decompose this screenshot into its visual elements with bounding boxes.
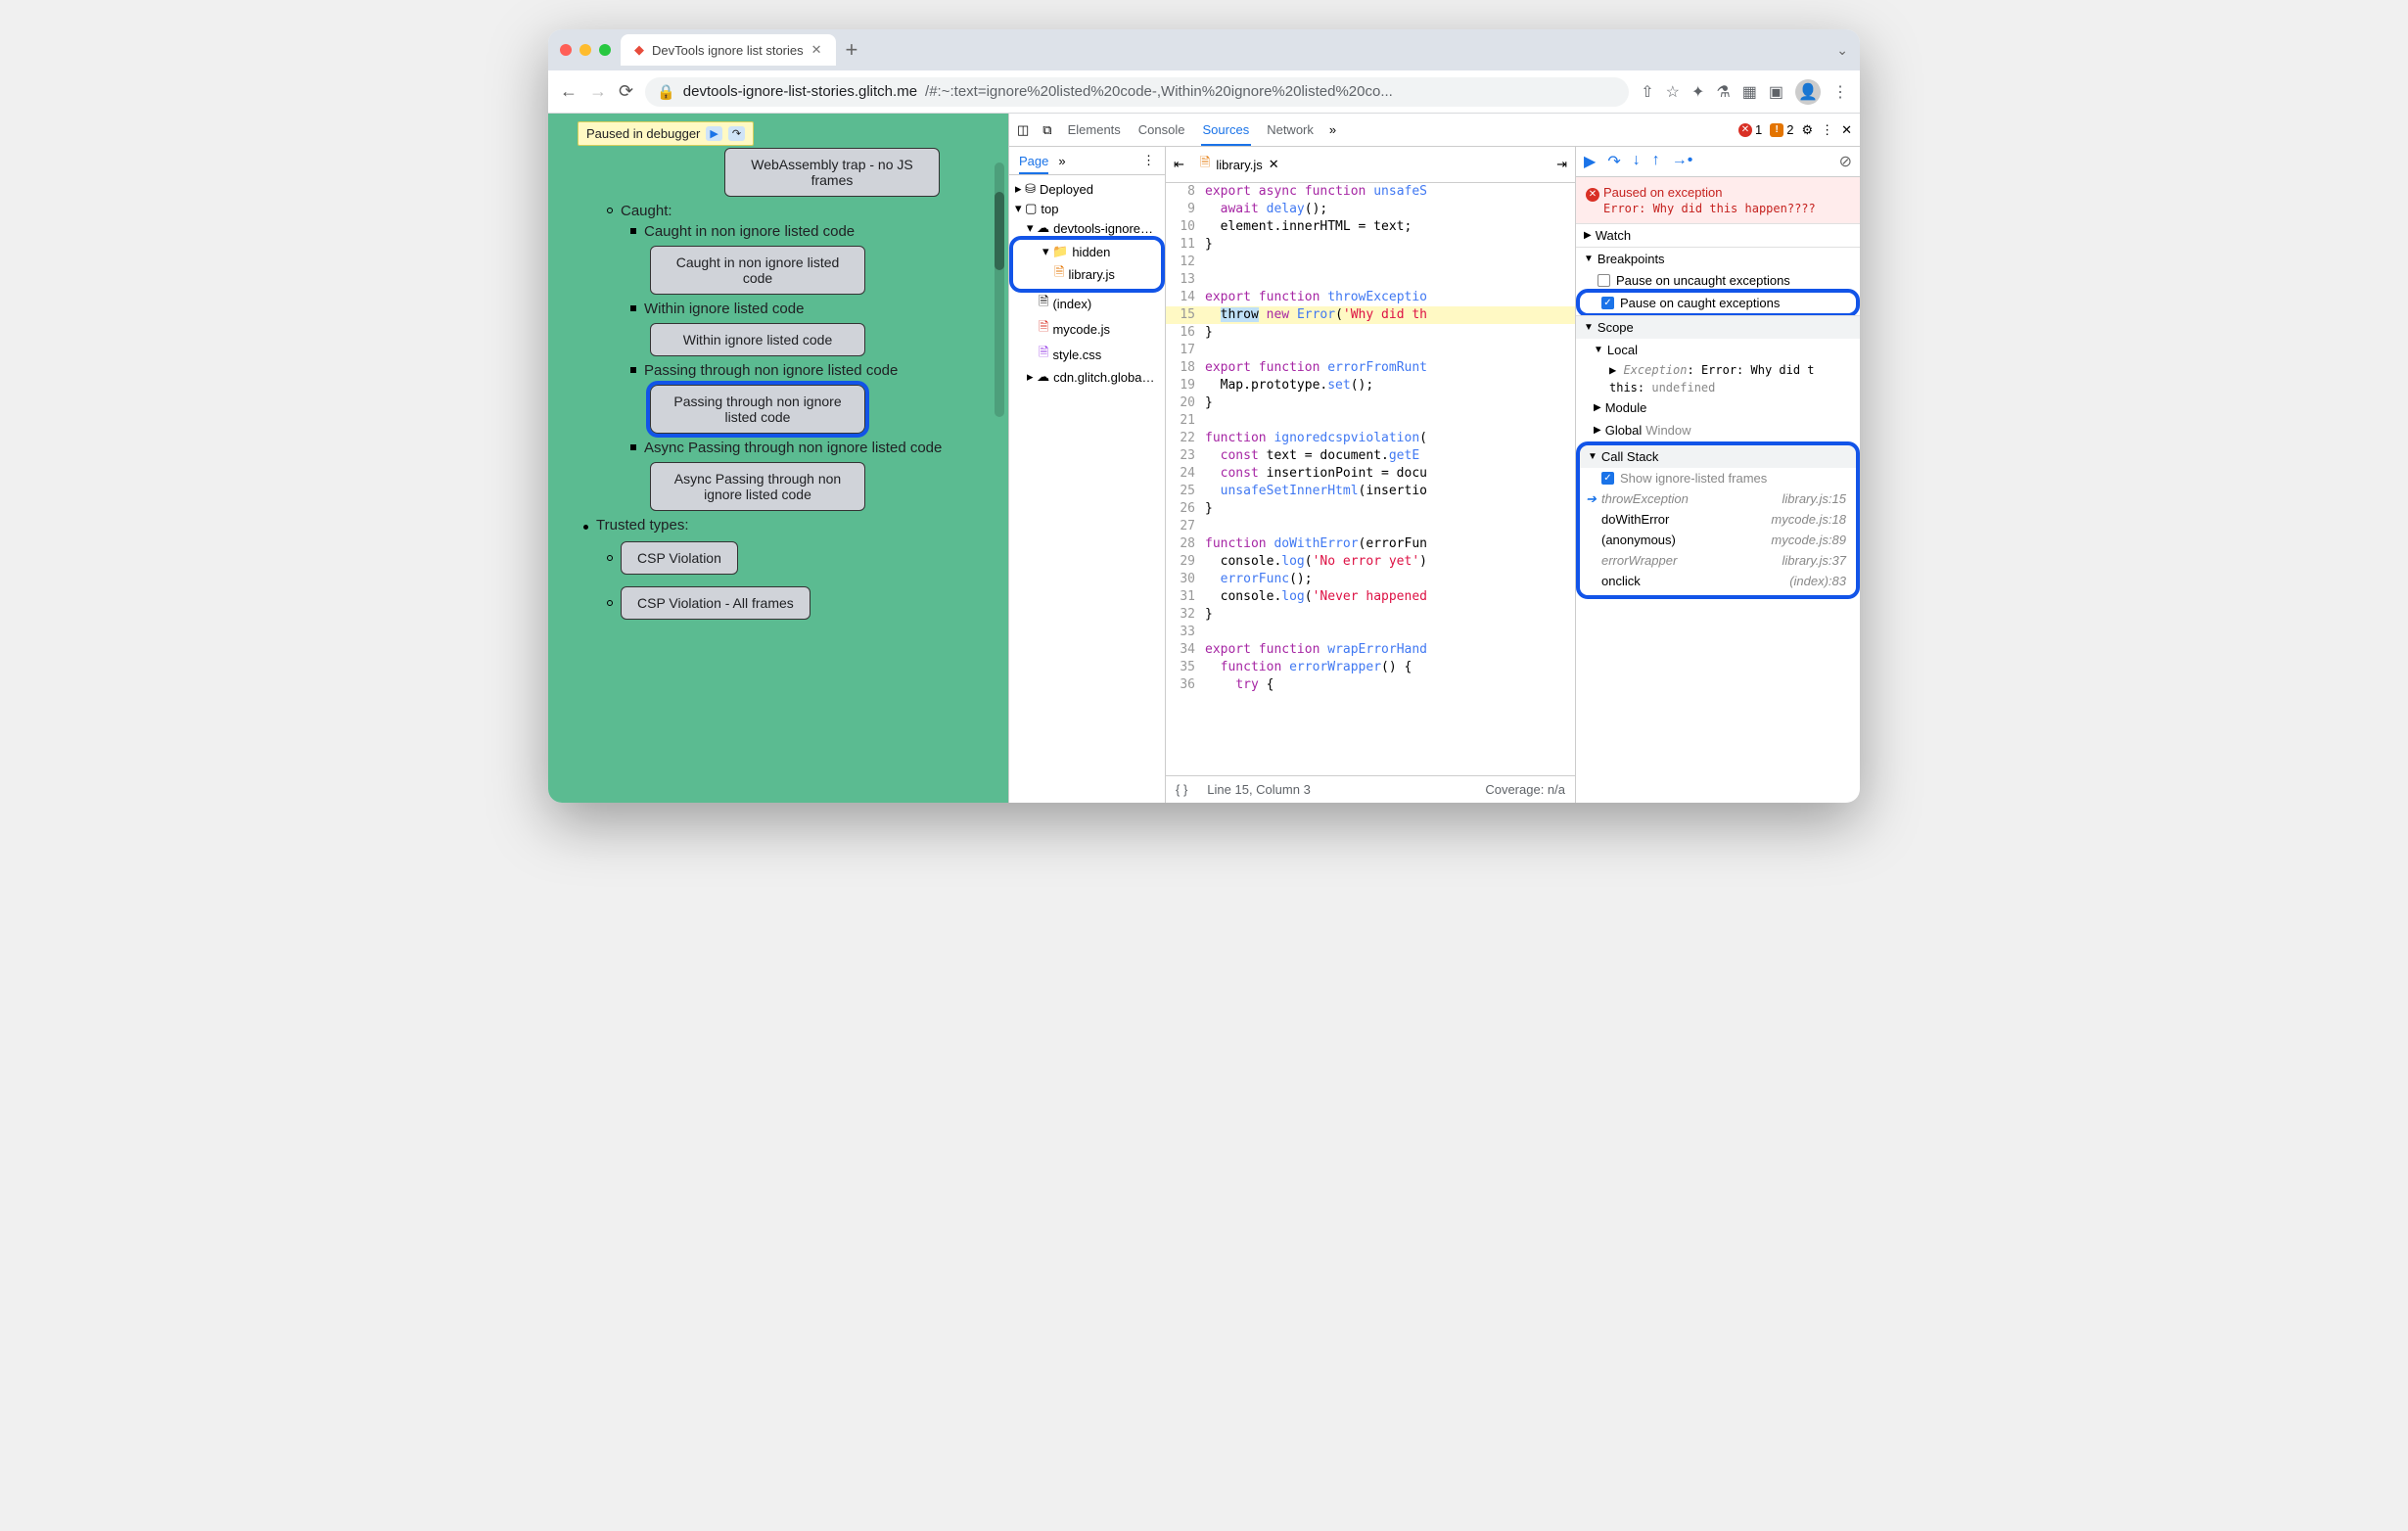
scope-exception[interactable]: ▶ Exception: Error: Why did t (1576, 361, 1860, 379)
pretty-print-icon[interactable]: { } (1176, 782, 1187, 797)
favicon-icon: ◆ (634, 42, 644, 58)
tab-title: DevTools ignore list stories (652, 43, 804, 58)
show-ignored-frames-checkbox[interactable]: ✓Show ignore-listed frames (1580, 468, 1856, 488)
caught-heading: Caught: (621, 203, 672, 219)
url-path: /#:~:text=ignore%20listed%20code-,Within… (925, 83, 1393, 100)
close-tab-icon[interactable]: ✕ (811, 42, 822, 58)
tree-cdn[interactable]: ▸ ☁cdn.glitch.globa… (1009, 367, 1165, 387)
window-maximize-icon[interactable] (599, 44, 611, 56)
resume-button[interactable]: ▶ (1584, 152, 1596, 171)
window-close-icon[interactable] (560, 44, 572, 56)
coverage-status: Coverage: n/a (1485, 782, 1565, 797)
paused-on-exception-box: ✕Paused on exception Error: Why did this… (1576, 177, 1860, 223)
highlighted-tree-group: ▾ 📁hidden 🗎library.js (1013, 240, 1161, 289)
tab-network[interactable]: Network (1265, 122, 1316, 137)
code-editor[interactable]: 8export async function unsafeS 9 await d… (1166, 183, 1575, 775)
share-icon[interactable]: ⇧ (1641, 82, 1653, 102)
device-icon[interactable]: ⧉ (1042, 122, 1051, 138)
tree-hidden-folder[interactable]: ▾ 📁hidden (1013, 242, 1161, 261)
devtools-icon[interactable]: ▣ (1769, 82, 1783, 102)
tree-style-file[interactable]: 🗎style.css (1009, 342, 1165, 367)
lock-icon: 🔒 (657, 83, 675, 101)
more-nav-icon[interactable]: » (1058, 154, 1065, 168)
error-count-badge[interactable]: ✕1 (1738, 122, 1762, 137)
step-into-button[interactable]: ↓ (1633, 152, 1641, 171)
scope-section[interactable]: ▼Scope (1576, 315, 1860, 339)
callstack-frame-4[interactable]: onclick(index):83 (1580, 571, 1856, 591)
warn-count-badge[interactable]: !2 (1770, 122, 1793, 137)
wasm-trap-button[interactable]: WebAssembly trap - no JS frames (724, 148, 940, 197)
scope-local[interactable]: ▼Local (1576, 339, 1860, 361)
profile-avatar[interactable]: 👤 (1795, 79, 1821, 105)
scope-module[interactable]: ▶Module (1576, 396, 1860, 419)
tree-deployed[interactable]: ▸ ⛁Deployed (1009, 179, 1165, 199)
browser-tab[interactable]: ◆ DevTools ignore list stories ✕ (621, 34, 836, 66)
csp-violation-button[interactable]: CSP Violation (621, 541, 738, 575)
pause-uncaught-checkbox[interactable]: Pause on uncaught exceptions (1576, 270, 1860, 291)
step-button[interactable]: →• (1672, 152, 1693, 171)
tree-mycode-file[interactable]: 🗎mycode.js (1009, 316, 1165, 342)
new-tab-button[interactable]: + (846, 37, 858, 63)
callstack-frame-1[interactable]: doWithErrormycode.js:18 (1580, 509, 1856, 530)
callstack-frame-0[interactable]: ➔throwExceptionlibrary.js:15 (1580, 488, 1856, 509)
caught-non-ignore-button[interactable]: Caught in non ignore listed code (650, 246, 865, 295)
tree-index-file[interactable]: 🗎(index) (1009, 291, 1165, 316)
inspect-icon[interactable]: ◫ (1017, 122, 1029, 138)
js-file-icon: 🗎 (1200, 154, 1210, 175)
breakpoints-section[interactable]: ▼Breakpoints (1576, 247, 1860, 270)
open-file-tab[interactable]: 🗎 library.js ✕ (1192, 151, 1287, 178)
tree-top[interactable]: ▾ ▢top (1009, 199, 1165, 218)
within-ignore-button[interactable]: Within ignore listed code (650, 323, 865, 356)
bookmark-icon[interactable]: ☆ (1666, 82, 1680, 102)
more-tabs-icon[interactable]: » (1329, 122, 1336, 137)
scope-this: this: undefined (1576, 379, 1860, 396)
callstack-frame-3[interactable]: errorWrapperlibrary.js:37 (1580, 550, 1856, 571)
forward-button[interactable]: → (589, 81, 607, 102)
step-over-button[interactable]: ↷ (1607, 152, 1620, 171)
watch-section[interactable]: ▶Watch (1576, 223, 1860, 247)
more-icon[interactable]: ⋮ (1832, 82, 1848, 102)
close-file-icon[interactable]: ✕ (1269, 157, 1279, 172)
resume-icon[interactable]: ▶ (706, 126, 721, 141)
extensions-icon[interactable]: ✦ (1691, 82, 1704, 102)
tab-sources[interactable]: Sources (1201, 122, 1252, 146)
page-nav-tab[interactable]: Page (1019, 154, 1048, 174)
kebab-icon[interactable]: ⋮ (1821, 122, 1833, 138)
prev-file-icon[interactable]: ⇤ (1174, 157, 1184, 172)
callstack-frame-2[interactable]: (anonymous)mycode.js:89 (1580, 530, 1856, 550)
callstack-section[interactable]: ▼Call Stack (1580, 445, 1856, 468)
page-scrollbar[interactable] (995, 162, 1004, 417)
step-icon[interactable]: ↷ (728, 126, 745, 141)
tree-origin[interactable]: ▾ ☁devtools-ignore… (1009, 218, 1165, 238)
tree-library-file[interactable]: 🗎library.js (1013, 261, 1161, 287)
deactivate-breakpoints-button[interactable]: ⊘ (1839, 152, 1852, 171)
page-content: Paused in debugger ▶ ↷ WebAssembly trap … (548, 114, 1008, 803)
csp-violation-all-button[interactable]: CSP Violation - All frames (621, 586, 810, 620)
tabs-dropdown-icon[interactable]: ⌄ (1836, 42, 1848, 59)
tab-console[interactable]: Console (1136, 122, 1187, 137)
settings-icon[interactable]: ⚙ (1801, 122, 1813, 138)
url-host: devtools-ignore-list-stories.glitch.me (683, 83, 917, 100)
cursor-position: Line 15, Column 3 (1207, 782, 1311, 797)
window-minimize-icon[interactable] (579, 44, 591, 56)
back-button[interactable]: ← (560, 81, 578, 102)
url-input[interactable]: 🔒 devtools-ignore-list-stories.glitch.me… (645, 77, 1629, 107)
next-file-icon[interactable]: ⇥ (1556, 157, 1567, 172)
close-devtools-icon[interactable]: ✕ (1841, 122, 1852, 138)
async-passing-button[interactable]: Async Passing through non ignore listed … (650, 462, 865, 511)
pause-caught-checkbox[interactable]: ✓Pause on caught exceptions (1580, 293, 1856, 313)
passing-through-button[interactable]: Passing through non ignore listed code (650, 385, 865, 434)
grid-icon[interactable]: ▦ (1742, 82, 1757, 102)
labs-icon[interactable]: ⚗ (1716, 82, 1730, 102)
tab-elements[interactable]: Elements (1066, 122, 1123, 137)
paused-in-debugger-badge: Paused in debugger ▶ ↷ (578, 121, 754, 146)
nav-kebab-icon[interactable]: ⋮ (1142, 153, 1155, 168)
step-out-button[interactable]: ↑ (1652, 152, 1660, 171)
trusted-heading: Trusted types: (596, 517, 688, 534)
scope-global[interactable]: ▶GlobalWindow (1576, 419, 1860, 441)
reload-button[interactable]: ⟳ (619, 81, 633, 102)
